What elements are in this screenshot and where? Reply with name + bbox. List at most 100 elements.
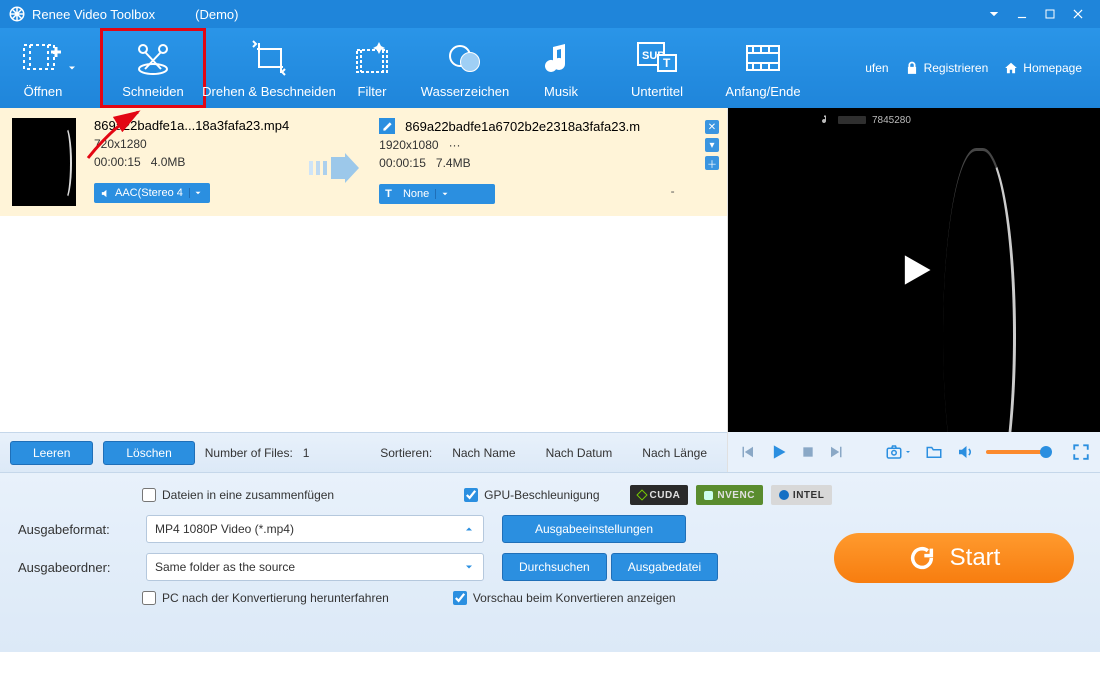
merge-checkbox[interactable]: Dateien in eine zusammenfügen: [142, 488, 334, 502]
sparkle-filmstrip-icon: [353, 38, 391, 78]
lock-icon: [905, 61, 919, 75]
buy-link[interactable]: ufen: [865, 61, 888, 75]
delete-button[interactable]: Löschen: [103, 441, 194, 465]
fullscreen-button[interactable]: [1072, 443, 1090, 461]
volume-slider[interactable]: [986, 450, 1048, 454]
nvenc-badge: NVENC: [696, 485, 763, 505]
open-button[interactable]: Öffnen: [0, 28, 100, 108]
prev-button[interactable]: [738, 443, 756, 461]
preview-checkbox[interactable]: Vorschau beim Konvertieren anzeigen: [453, 591, 676, 605]
start-end-button[interactable]: Anfang/Ende: [710, 28, 816, 108]
chevron-down-icon: [463, 561, 475, 573]
next-button[interactable]: [828, 443, 846, 461]
output-folder-dropdown[interactable]: Same folder as the source: [146, 553, 484, 581]
filter-button[interactable]: Filter: [332, 28, 412, 108]
startend-label: Anfang/Ende: [725, 84, 800, 99]
subtitle-button[interactable]: SUBT Untertitel: [604, 28, 710, 108]
preview-watermark: 7845280: [820, 114, 911, 126]
close-button[interactable]: [1064, 0, 1092, 28]
dash-cell: -: [658, 118, 687, 208]
stop-button[interactable]: [800, 444, 816, 460]
cut-button[interactable]: Schneiden: [100, 28, 206, 108]
sort-by-name[interactable]: Nach Name: [442, 446, 525, 460]
add-file-button[interactable]: ＋: [705, 156, 719, 170]
file-count-value: 1: [303, 446, 310, 460]
output-size: 7.4MB: [436, 156, 471, 170]
scissors-icon: [133, 38, 173, 78]
chevron-up-icon: [463, 523, 475, 535]
input-file-name: 869a22badfe1a...18a3fafa23.mp4: [94, 118, 289, 133]
open-folder-button[interactable]: [924, 443, 944, 461]
app-title-suffix: (Demo): [195, 7, 238, 22]
open-dropdown-icon[interactable]: [66, 62, 78, 74]
start-end-icon: [743, 38, 783, 78]
output-format-label: Ausgabeformat:: [18, 522, 128, 537]
output-folder-label: Ausgabeordner:: [18, 560, 128, 575]
titlebar: Renee Video Toolbox (Demo): [0, 0, 1100, 28]
app-logo-icon: [8, 5, 26, 23]
volume-button[interactable]: [956, 443, 974, 461]
file-thumbnail: [12, 118, 76, 206]
output-duration: 00:00:15: [379, 156, 426, 170]
music-note-icon: [545, 38, 577, 78]
crop-label: Drehen & Beschneiden: [202, 84, 336, 99]
maximize-button[interactable]: [1036, 0, 1064, 28]
filmstrip-plus-icon: [22, 38, 64, 78]
refresh-icon: [908, 544, 936, 572]
input-resolution: 720x1280: [94, 137, 289, 151]
output-settings-button[interactable]: Ausgabeeinstellungen: [502, 515, 686, 543]
cuda-badge: CUDA: [630, 485, 689, 505]
convert-arrow-icon: [307, 118, 361, 208]
output-resolution: 1920x1080: [379, 138, 438, 152]
crop-rotate-icon: [249, 38, 289, 78]
intel-badge: INTEL: [771, 485, 832, 505]
music-small-icon: [820, 114, 832, 126]
browse-button[interactable]: Durchsuchen: [502, 553, 607, 581]
list-bottom-bar: Leeren Löschen Number of Files: 1 Sortie…: [0, 432, 727, 472]
subtitle-icon: SUBT: [636, 38, 678, 78]
filter-label: Filter: [358, 84, 387, 99]
home-icon: [1004, 61, 1018, 75]
output-more[interactable]: ···: [449, 138, 461, 152]
sort-label: Sortieren:: [380, 446, 432, 460]
input-size: 4.0MB: [151, 155, 186, 169]
file-row[interactable]: 869a22badfe1a...18a3fafa23.mp4 720x1280 …: [0, 108, 727, 216]
gpu-badges: CUDA NVENC INTEL: [630, 485, 833, 505]
preview-controls: [728, 432, 1100, 472]
shutdown-checkbox[interactable]: PC nach der Konvertierung herunterfahren: [142, 591, 389, 605]
watermark-icon: [446, 38, 484, 78]
output-file-button[interactable]: Ausgabedatei: [611, 553, 718, 581]
rotate-crop-button[interactable]: Drehen & Beschneiden: [206, 28, 332, 108]
music-button[interactable]: Musik: [518, 28, 604, 108]
play-button[interactable]: [768, 442, 788, 462]
cut-label: Schneiden: [122, 84, 183, 99]
remove-file-button[interactable]: ✕: [705, 120, 719, 134]
sort-by-date[interactable]: Nach Datum: [536, 446, 623, 460]
snapshot-button[interactable]: [884, 443, 912, 461]
main-toolbar: Öffnen Schneiden Drehen & Beschneiden Fi…: [0, 28, 1100, 108]
svg-text:T: T: [663, 56, 671, 70]
gpu-checkbox[interactable]: GPU-Beschleunigung: [464, 488, 599, 502]
move-down-button[interactable]: ▾: [705, 138, 719, 152]
register-link[interactable]: Registrieren: [905, 61, 989, 75]
clear-button[interactable]: Leeren: [10, 441, 93, 465]
menu-dropdown-button[interactable]: [980, 0, 1008, 28]
preview-pane: 7845280: [728, 108, 1100, 472]
subtitle-track-dropdown[interactable]: T None: [379, 184, 495, 204]
app-title: Renee Video Toolbox: [32, 7, 155, 22]
start-button[interactable]: Start: [834, 533, 1074, 583]
preview-video[interactable]: 7845280: [728, 108, 1100, 432]
sort-by-length[interactable]: Nach Länge: [632, 446, 717, 460]
audio-codec-dropdown[interactable]: AAC(Stereo 4: [94, 183, 210, 203]
input-duration: 00:00:15: [94, 155, 141, 169]
file-count-label: Number of Files:: [205, 446, 293, 460]
minimize-button[interactable]: [1008, 0, 1036, 28]
watermark-label: Wasserzeichen: [421, 84, 509, 99]
edit-output-icon[interactable]: [379, 118, 395, 134]
play-overlay-icon[interactable]: [892, 248, 936, 292]
chevron-down-icon: [189, 188, 207, 198]
output-format-dropdown[interactable]: MP4 1080P Video (*.mp4): [146, 515, 484, 543]
footer-panel: Dateien in eine zusammenfügen GPU-Beschl…: [0, 472, 1100, 652]
watermark-button[interactable]: Wasserzeichen: [412, 28, 518, 108]
homepage-link[interactable]: Homepage: [1004, 61, 1082, 75]
